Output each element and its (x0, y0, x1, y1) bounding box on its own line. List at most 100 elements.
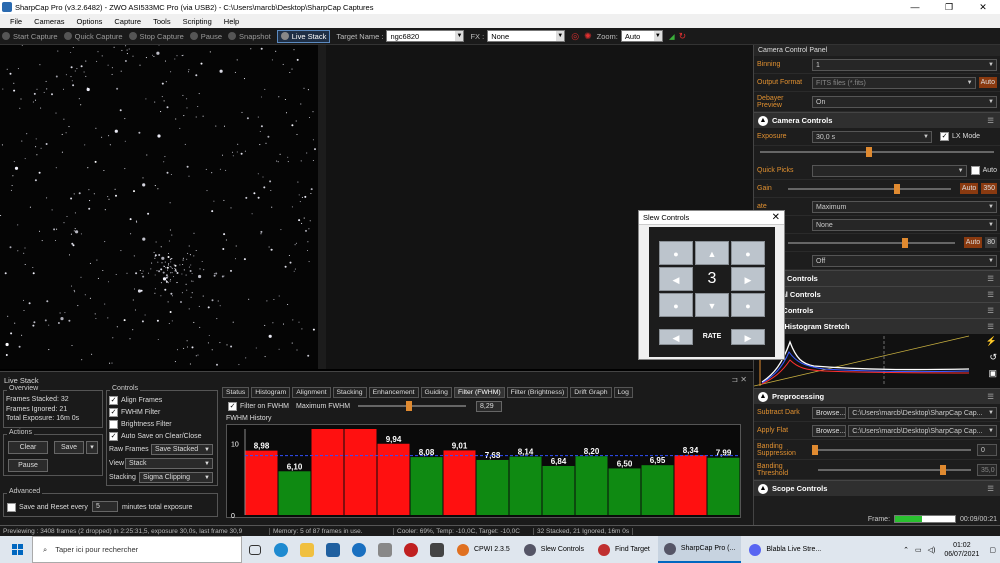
filter-on-fwhm-checkbox[interactable]: ✓ Filter on FWHM (228, 400, 289, 412)
pause-stack-button[interactable]: Pause (8, 459, 48, 472)
usb-value[interactable]: 80 (985, 237, 997, 248)
quick-auto-checkbox[interactable] (970, 166, 980, 175)
app-icon-1[interactable] (322, 539, 344, 561)
edge-icon[interactable] (270, 539, 292, 561)
stop-capture-button[interactable]: Stop Capture (128, 32, 184, 41)
taskbar-search[interactable]: ⌕ Taper ici pour rechercher (32, 536, 242, 563)
taskbar-window-find-target[interactable]: Find Target (592, 536, 656, 563)
taskbar-window-slew[interactable]: Slew Controls (518, 536, 590, 563)
refresh-icon[interactable]: ↻ (679, 31, 687, 42)
maximize-icon[interactable]: ❐ (932, 2, 966, 13)
file-explorer-icon[interactable] (296, 539, 318, 561)
misc-controls-header[interactable]: sc Controls ☰ (754, 302, 1000, 318)
slew-north-button[interactable]: ▲ (695, 241, 729, 265)
save-reset-minutes-input[interactable]: 5 (92, 501, 118, 512)
zoom-select[interactable]: Auto ▼ (620, 30, 663, 42)
output-auto-button[interactable]: Auto (978, 77, 997, 88)
reset-icon[interactable]: ↺ (989, 352, 997, 363)
slider-thumb[interactable] (866, 147, 872, 157)
menu-icon[interactable]: ☰ (987, 392, 994, 401)
chevron-up-icon[interactable]: ⌃ (903, 546, 909, 554)
notification-icon[interactable]: ▢ (989, 546, 996, 554)
gain-value[interactable]: 350 (981, 183, 997, 194)
volume-icon[interactable]: ◁) (928, 546, 936, 554)
live-image[interactable] (0, 45, 326, 369)
binning-select[interactable]: 1 ▼ (812, 58, 997, 71)
banding-threshold-value[interactable]: 35,0 (977, 463, 997, 476)
save-dropdown-icon[interactable]: ▾ (86, 441, 98, 454)
clear-button[interactable]: Clear (8, 441, 48, 454)
app-icon-4[interactable] (400, 539, 422, 561)
slider-thumb[interactable] (894, 183, 900, 194)
tab-alignment[interactable]: Alignment (292, 387, 331, 398)
off-select[interactable]: Off ▼ (812, 254, 997, 267)
app-icon-2[interactable] (348, 539, 370, 561)
lx-mode-checkbox[interactable]: ✓ (940, 132, 949, 141)
app-icon-5[interactable] (426, 539, 448, 561)
tab-histogram[interactable]: Histogram (251, 387, 291, 398)
slew-south-button[interactable]: ▼ (695, 293, 729, 317)
histogram-header[interactable]: lay Histogram Stretch ☰ (754, 318, 1000, 334)
windows-start-icon[interactable] (6, 539, 28, 561)
menu-file[interactable]: File (10, 17, 22, 26)
slider-thumb[interactable] (902, 237, 908, 248)
flat-path-select[interactable]: C:\Users\marcb\Desktop\SharpCap Cap... ▼ (848, 424, 997, 437)
app-icon-3[interactable] (374, 539, 396, 561)
fwhm-filter-checkbox[interactable]: ✓ FWHM Filter (109, 406, 215, 418)
slew-west-button[interactable]: ◀ (659, 267, 693, 291)
gain-slider[interactable] (782, 183, 957, 195)
align-frames-checkbox[interactable]: ✓ Align Frames (109, 394, 215, 406)
menu-icon[interactable]: ☰ (987, 322, 994, 331)
start-capture-button[interactable]: Start Capture (2, 32, 58, 41)
view-select[interactable]: Stack ▼ (125, 458, 213, 469)
save-button[interactable]: Save (54, 441, 84, 454)
save-reset-checkbox[interactable]: Save and Reset every (7, 501, 88, 513)
focus-assist-icon[interactable]: ✺ (584, 31, 592, 42)
tab-drift-graph[interactable]: Drift Graph (570, 387, 612, 398)
rate-increase-button[interactable]: ▶ (731, 329, 765, 345)
camera-controls-header[interactable]: ▲ Camera Controls ☰ (754, 112, 1000, 128)
menu-icon[interactable]: ☰ (987, 290, 994, 299)
exposure-input[interactable]: 30,0 s ▼ (812, 130, 932, 143)
dark-path-select[interactable]: C:\Users\marcb\Desktop\SharpCap Cap... ▼ (848, 406, 997, 419)
image-controls-header[interactable]: age Controls ☰ (754, 270, 1000, 286)
banding-suppression-value[interactable]: 0 (977, 443, 997, 456)
histogram-display[interactable]: ⚡ ↺ ▣ (753, 334, 1000, 388)
slew-east-button[interactable]: ▶ (731, 267, 765, 291)
tab-status[interactable]: Status (222, 387, 250, 398)
target-name-select[interactable]: ngc6820 ▼ (386, 30, 465, 42)
taskbar-window-cpwi[interactable]: CPWI 2.3.5 (451, 536, 516, 563)
brightness-filter-checkbox[interactable]: Brightness Filter (109, 418, 215, 430)
clock[interactable]: 01:02 06/07/2021 (944, 541, 979, 559)
banding-threshold-slider[interactable] (812, 464, 977, 476)
dock-pin-icon[interactable]: ⊐ ✕ (731, 375, 747, 384)
rate-decrease-button[interactable]: ◀ (659, 329, 693, 345)
close-icon[interactable]: ✕ (772, 212, 780, 223)
banding-suppression-slider[interactable] (812, 444, 977, 456)
rate-select[interactable]: Maximum ▼ (812, 200, 997, 213)
preprocessing-header[interactable]: ▲ Preprocessing ☰ (754, 388, 1000, 404)
gain-auto-button[interactable]: Auto (959, 183, 979, 194)
menu-capture[interactable]: Capture (114, 17, 141, 26)
tab-stacking[interactable]: Stacking (332, 387, 367, 398)
slider-thumb[interactable] (406, 401, 412, 411)
usb-slider[interactable] (782, 237, 961, 249)
tab-log[interactable]: Log (613, 387, 633, 398)
fx-select[interactable]: None ▼ (487, 30, 566, 42)
minimize-icon[interactable]: — (898, 2, 932, 13)
tab-guiding[interactable]: Guiding (420, 387, 452, 398)
thermal-controls-header[interactable]: rmal Controls ☰ (754, 286, 1000, 302)
close-icon[interactable]: ✕ (966, 2, 1000, 13)
max-fwhm-slider[interactable] (352, 400, 472, 412)
menu-icon[interactable]: ☰ (987, 116, 994, 125)
network-icon[interactable]: ▭ (915, 546, 922, 554)
pause-button[interactable]: Pause (189, 32, 222, 41)
menu-help[interactable]: Help (224, 17, 239, 26)
menu-cameras[interactable]: Cameras (34, 17, 64, 26)
dark-browse-button[interactable]: Browse... (812, 406, 847, 419)
raw-frames-select[interactable]: Save Stacked ▼ (151, 444, 213, 455)
live-stack-button[interactable]: Live Stack (276, 29, 331, 43)
auto-save-checkbox[interactable]: ✓ Auto Save on Clear/Close (109, 430, 215, 442)
menu-scripting[interactable]: Scripting (183, 17, 212, 26)
slew-southwest-button[interactable]: ● (659, 293, 693, 317)
